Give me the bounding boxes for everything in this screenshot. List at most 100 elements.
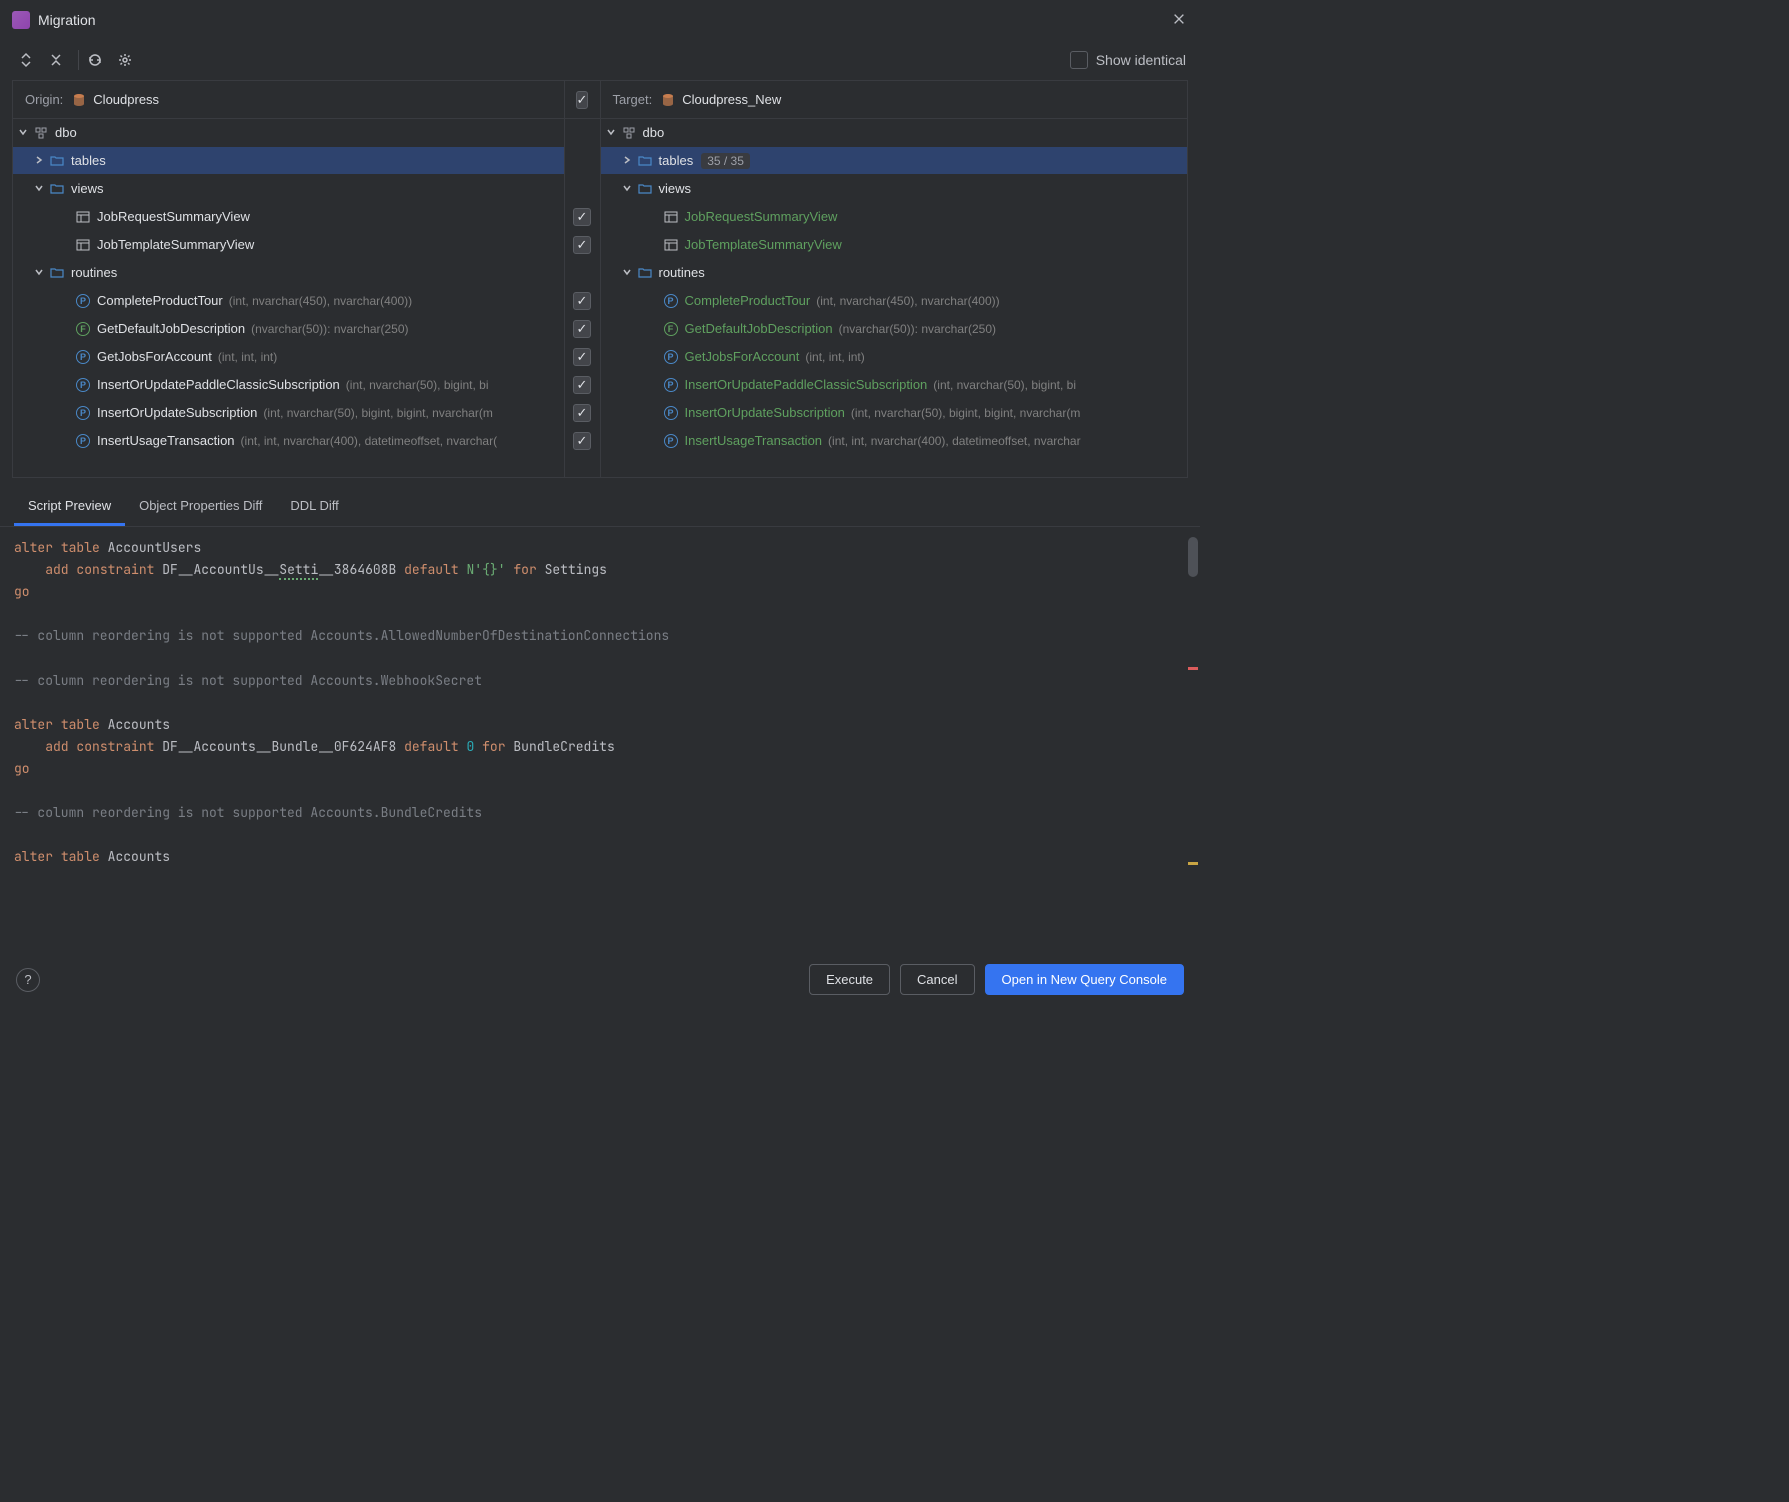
code-line: -- column reordering is not supported Ac… — [14, 625, 1186, 647]
check-all-icon[interactable]: ✓ — [576, 91, 589, 109]
target-tree[interactable]: dbotables35 / 35viewsJobRequestSummaryVi… — [601, 119, 1188, 477]
check-cell[interactable]: ✓ — [565, 427, 600, 455]
check-cell[interactable]: ✓ — [565, 315, 600, 343]
tree-views[interactable]: views — [13, 175, 564, 203]
check-icon[interactable]: ✓ — [573, 432, 591, 450]
show-identical-toggle[interactable]: Show identical — [1070, 51, 1186, 69]
error-marker[interactable] — [1188, 667, 1198, 670]
check-cell[interactable]: ✓ — [565, 231, 600, 259]
cancel-button[interactable]: Cancel — [900, 964, 974, 995]
view-icon — [75, 237, 91, 253]
check-cell[interactable]: ✓ — [565, 203, 600, 231]
check-icon[interactable]: ✓ — [573, 348, 591, 366]
tab-ddl-diff[interactable]: DDL Diff — [276, 488, 352, 526]
check-cell[interactable]: ✓ — [565, 343, 600, 371]
origin-tree[interactable]: dbotablesviewsJobRequestSummaryViewJobTe… — [13, 119, 564, 477]
chevron-down-icon[interactable] — [33, 182, 47, 196]
chevron-down-icon[interactable] — [621, 266, 635, 280]
function-icon: F — [663, 321, 679, 337]
tree-routines[interactable]: routines — [601, 259, 1188, 287]
tree-tables[interactable]: tables35 / 35 — [601, 147, 1188, 175]
refresh-icon[interactable] — [83, 48, 107, 72]
tab-script-preview[interactable]: Script Preview — [14, 488, 125, 526]
tree-tables[interactable]: tables — [13, 147, 564, 175]
check-icon[interactable]: ✓ — [573, 404, 591, 422]
chevron-down-icon[interactable] — [33, 266, 47, 280]
collapse-all-icon[interactable] — [44, 48, 68, 72]
target-header: Target: Cloudpress_New — [601, 81, 1188, 119]
tree-views[interactable]: views — [601, 175, 1188, 203]
check-cell[interactable]: ✓ — [565, 399, 600, 427]
titlebar: Migration — [0, 0, 1200, 40]
target-panel: Target: Cloudpress_New dbotables35 / 35v… — [600, 81, 1188, 477]
chevron-down-icon[interactable] — [605, 126, 619, 140]
tree-item[interactable]: PGetJobsForAccount(int, int, int) — [601, 343, 1188, 371]
tree-item[interactable]: JobTemplateSummaryView — [601, 231, 1188, 259]
tree-schema[interactable]: dbo — [601, 119, 1188, 147]
tree-item[interactable]: PInsertOrUpdateSubscription(int, nvarcha… — [601, 399, 1188, 427]
scroll-thumb[interactable] — [1188, 537, 1198, 577]
chevron-down-icon[interactable] — [621, 182, 635, 196]
check-icon[interactable]: ✓ — [573, 236, 591, 254]
folder-icon — [49, 153, 65, 169]
tree-item[interactable]: JobRequestSummaryView — [601, 203, 1188, 231]
check-cell[interactable]: ✓ — [565, 287, 600, 315]
tree-item[interactable]: PGetJobsForAccount(int, int, int) — [13, 343, 564, 371]
code-line — [14, 692, 1186, 714]
tree-item[interactable]: PInsertUsageTransaction(int, int, nvarch… — [13, 427, 564, 455]
show-identical-checkbox[interactable] — [1070, 51, 1088, 69]
tree-item[interactable]: FGetDefaultJobDescription(nvarchar(50)):… — [13, 315, 564, 343]
code-line: go — [14, 758, 1186, 780]
tab-object-properties-diff[interactable]: Object Properties Diff — [125, 488, 276, 526]
expand-all-icon[interactable] — [14, 48, 38, 72]
warning-marker[interactable] — [1188, 862, 1198, 865]
tree-item[interactable]: JobRequestSummaryView — [13, 203, 564, 231]
tree-item[interactable]: PInsertOrUpdatePaddleClassicSubscription… — [601, 371, 1188, 399]
folder-icon — [49, 181, 65, 197]
check-icon[interactable]: ✓ — [573, 292, 591, 310]
procedure-icon: P — [663, 293, 679, 309]
origin-db-name: Cloudpress — [93, 92, 159, 107]
execute-button[interactable]: Execute — [809, 964, 890, 995]
tree-item[interactable]: PInsertOrUpdateSubscription(int, nvarcha… — [13, 399, 564, 427]
tree-item[interactable]: PCompleteProductTour(int, nvarchar(450),… — [601, 287, 1188, 315]
tree-schema[interactable]: dbo — [13, 119, 564, 147]
scrollbar[interactable] — [1188, 537, 1198, 917]
script-editor[interactable]: alter table AccountUsers add constraint … — [0, 527, 1200, 917]
chevron-down-icon[interactable] — [17, 126, 31, 140]
procedure-icon: P — [663, 349, 679, 365]
check-icon[interactable]: ✓ — [573, 376, 591, 394]
view-icon — [75, 209, 91, 225]
code-line — [14, 824, 1186, 846]
tree-item[interactable]: FGetDefaultJobDescription(nvarchar(50)):… — [601, 315, 1188, 343]
close-icon[interactable] — [1172, 12, 1188, 28]
check-cell — [565, 259, 600, 287]
tree-item[interactable]: JobTemplateSummaryView — [13, 231, 564, 259]
check-icon[interactable]: ✓ — [573, 320, 591, 338]
origin-checks: ✓ ✓ ✓ ✓ ✓ ✓ ✓ ✓ — [564, 119, 600, 477]
code-line: add constraint DF__Accounts__Bundle__0F6… — [14, 736, 1186, 758]
chevron-right-icon[interactable] — [33, 154, 47, 168]
code-line: alter table Accounts — [14, 846, 1186, 868]
database-icon — [71, 92, 87, 108]
open-console-button[interactable]: Open in New Query Console — [985, 964, 1184, 995]
check-icon[interactable]: ✓ — [573, 208, 591, 226]
schema-icon — [621, 125, 637, 141]
toolbar-separator — [78, 50, 79, 70]
tree-routines[interactable]: routines — [13, 259, 564, 287]
origin-check-header[interactable]: ✓ — [564, 81, 600, 119]
code-line: add constraint DF__AccountUs__Setti__386… — [14, 559, 1186, 581]
tree-item[interactable]: PCompleteProductTour(int, nvarchar(450),… — [13, 287, 564, 315]
chevron-right-icon[interactable] — [621, 154, 635, 168]
tree-item[interactable]: PInsertUsageTransaction(int, int, nvarch… — [601, 427, 1188, 455]
check-cell[interactable]: ✓ — [565, 371, 600, 399]
code-line: alter table Accounts — [14, 714, 1186, 736]
window-title: Migration — [38, 12, 96, 28]
procedure-icon: P — [663, 433, 679, 449]
check-cell — [565, 175, 600, 203]
tree-item[interactable]: PInsertOrUpdatePaddleClassicSubscription… — [13, 371, 564, 399]
procedure-icon: P — [75, 405, 91, 421]
help-icon[interactable]: ? — [16, 968, 40, 992]
settings-icon[interactable] — [113, 48, 137, 72]
target-label: Target: — [613, 92, 653, 107]
